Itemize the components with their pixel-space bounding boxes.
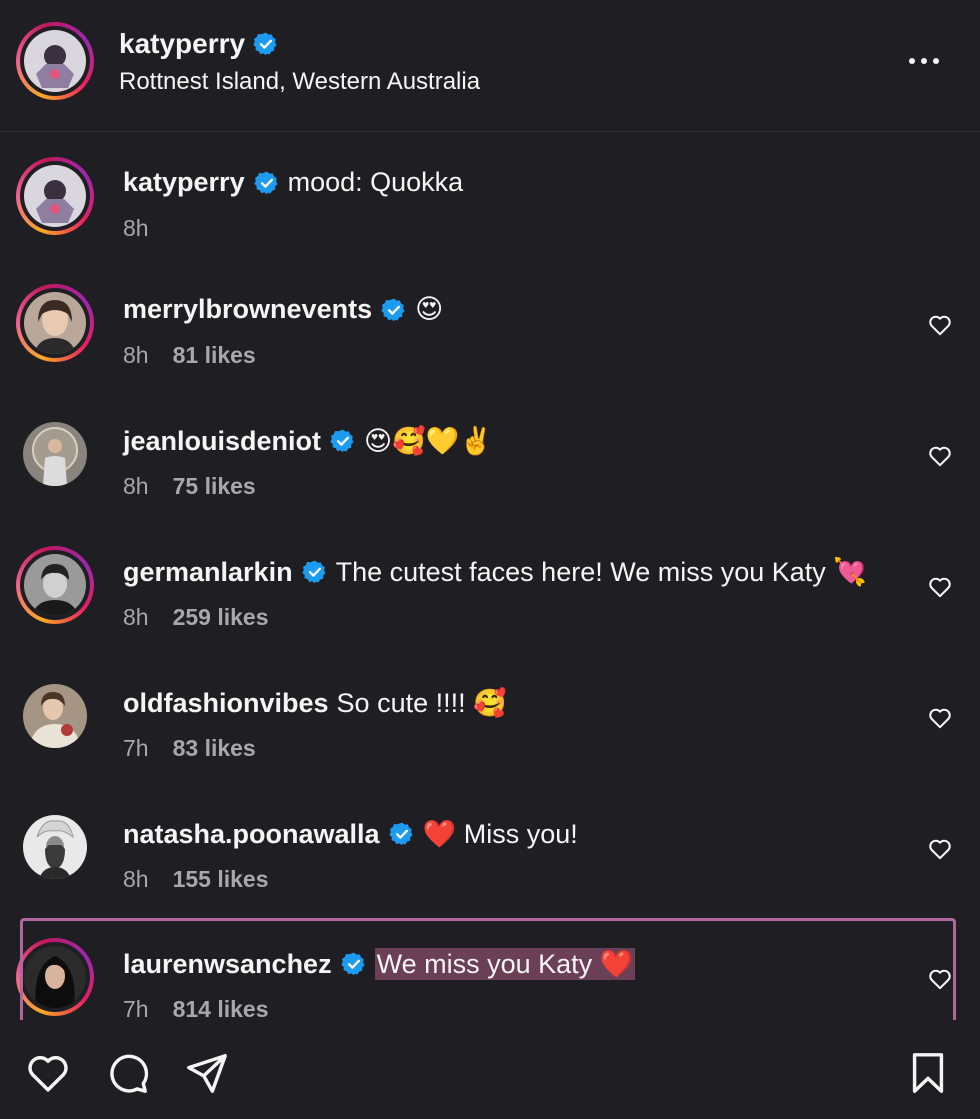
comment-item: jeanlouisdeniot 😍🥰💛✌️ 8h 75 likes: [0, 415, 980, 546]
heart-icon[interactable]: [927, 443, 953, 469]
comments-list[interactable]: katyperry mood: Quokka 8h merrylbrowneve…: [0, 132, 980, 1020]
comment-text: mood: Quokka: [287, 167, 464, 197]
comment-text: So cute !!!! 🥰: [336, 688, 507, 718]
comment-icon[interactable]: [103, 1050, 151, 1096]
comment-likes[interactable]: 81 likes: [173, 342, 256, 369]
verified-badge-icon: [301, 560, 326, 584]
heart-icon[interactable]: [24, 1050, 72, 1096]
comment-meta: 7h 83 likes: [123, 735, 256, 762]
heart-icon[interactable]: [927, 312, 953, 338]
comment-likes[interactable]: 83 likes: [173, 735, 256, 762]
comment-text: ❤️ Miss you!: [422, 819, 578, 849]
comment-meta: 8h 155 likes: [123, 866, 269, 893]
heart-icon[interactable]: [927, 574, 953, 600]
verified-badge-icon: [388, 822, 413, 846]
highlight-frame: [20, 918, 956, 1028]
avatar[interactable]: [16, 284, 94, 362]
comment-line: katyperry mood: Quokka: [123, 167, 463, 198]
avatar[interactable]: [23, 422, 87, 486]
comment-line: merrylbrownevents 😍: [123, 294, 443, 325]
heart-icon[interactable]: [927, 705, 953, 731]
comment-time[interactable]: 7h: [123, 735, 149, 762]
bookmark-icon[interactable]: [904, 1050, 952, 1096]
comment-time[interactable]: 8h: [123, 473, 149, 500]
author-username[interactable]: katyperry: [119, 28, 279, 60]
post-location[interactable]: Rottnest Island, Western Australia: [119, 68, 480, 96]
comment-text: The cutest faces here! We miss you Katy …: [335, 557, 867, 587]
avatar[interactable]: [16, 546, 94, 624]
post-action-bar: [0, 1020, 980, 1119]
comment-text: 😍: [415, 294, 444, 324]
verified-badge-icon: [330, 429, 354, 453]
caption-comment: katyperry mood: Quokka 8h: [0, 157, 980, 288]
ellipsis-dot: [933, 58, 939, 64]
comment-likes[interactable]: 155 likes: [173, 866, 269, 893]
ellipsis-dot: [921, 58, 927, 64]
comment-text: 😍🥰💛✌️: [364, 426, 494, 456]
comment-time[interactable]: 8h: [123, 215, 149, 242]
comment-time[interactable]: 8h: [123, 604, 149, 631]
more-options-button[interactable]: [900, 46, 948, 76]
comment-meta: 8h 81 likes: [123, 342, 256, 369]
comment-username[interactable]: katyperry: [123, 167, 245, 198]
comment-item: merrylbrownevents 😍 8h 81 likes: [0, 284, 980, 415]
comment-time[interactable]: 8h: [123, 866, 149, 893]
comment-item: germanlarkin The cutest faces here! We m…: [0, 546, 980, 677]
author-username-text[interactable]: katyperry: [119, 28, 245, 60]
avatar[interactable]: [16, 157, 94, 235]
comment-likes[interactable]: 75 likes: [173, 473, 256, 500]
avatar[interactable]: [23, 684, 87, 748]
comment-username[interactable]: natasha.poonawalla: [123, 819, 380, 850]
send-icon[interactable]: [183, 1050, 231, 1096]
comment-line: natasha.poonawalla ❤️ Miss you!: [123, 818, 578, 850]
ellipsis-icon: [909, 58, 915, 64]
comment-line: germanlarkin The cutest faces here! We m…: [123, 556, 867, 588]
verified-badge-icon: [253, 171, 278, 194]
comment-username[interactable]: jeanlouisdeniot: [123, 426, 321, 457]
author-avatar[interactable]: [16, 22, 94, 100]
comment-username[interactable]: germanlarkin: [123, 557, 293, 588]
comment-username[interactable]: merrylbrownevents: [123, 294, 372, 325]
comment-likes[interactable]: 259 likes: [173, 604, 269, 631]
comment-meta: 8h 259 likes: [123, 604, 269, 631]
avatar[interactable]: [23, 815, 87, 879]
post-comments-view: katyperry Rottnest Island, Western Austr…: [0, 0, 980, 1119]
verified-badge-icon: [381, 298, 405, 321]
comment-item: oldfashionvibes So cute !!!! 🥰 7h 83 lik…: [0, 677, 980, 808]
verified-badge-icon: [253, 32, 277, 56]
comment-username[interactable]: oldfashionvibes: [123, 688, 329, 719]
comment-meta: 8h 75 likes: [123, 473, 256, 500]
comment-line: oldfashionvibes So cute !!!! 🥰: [123, 687, 507, 719]
post-header: katyperry Rottnest Island, Western Austr…: [0, 0, 980, 132]
comment-line: jeanlouisdeniot 😍🥰💛✌️: [123, 425, 493, 457]
comment-meta: 8h: [123, 215, 149, 242]
heart-icon[interactable]: [927, 836, 953, 862]
comment-time[interactable]: 8h: [123, 342, 149, 369]
